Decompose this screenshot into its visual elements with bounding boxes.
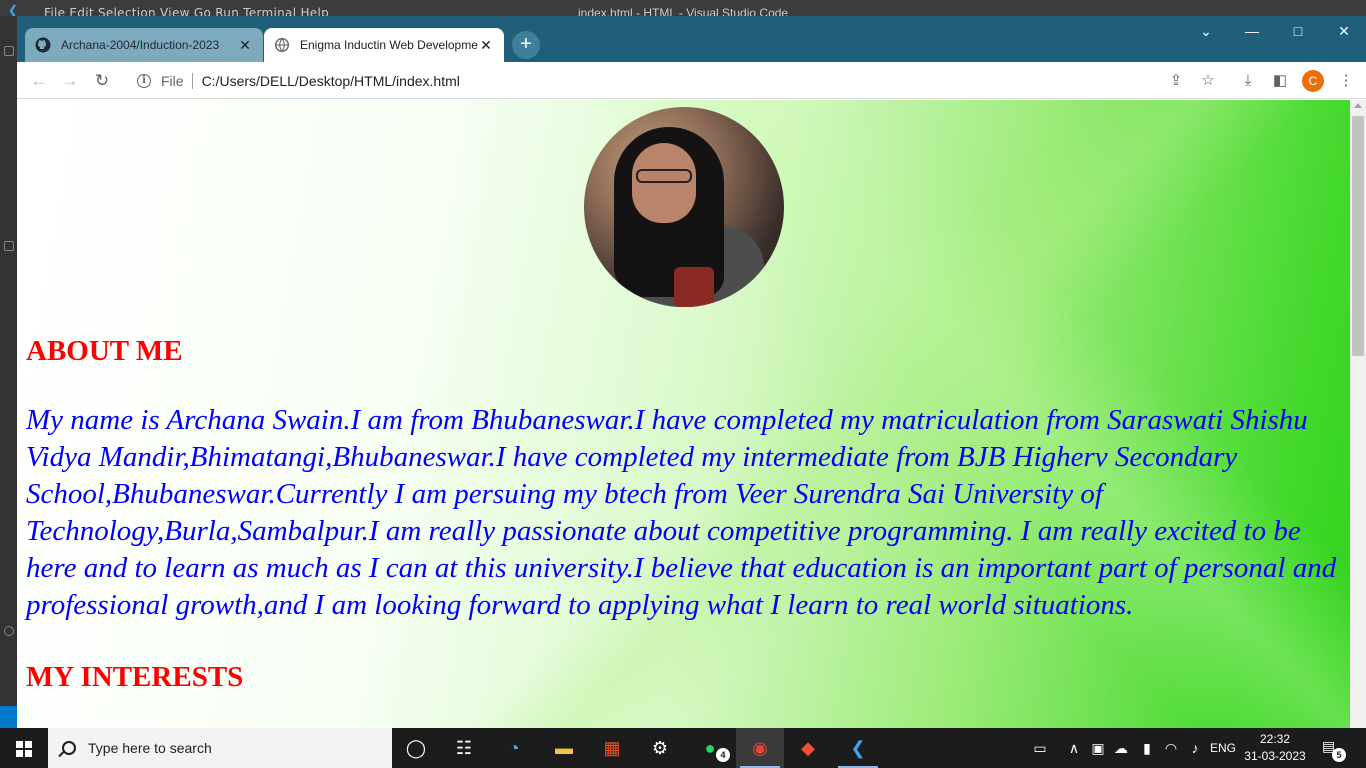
reload-button[interactable]: ↻ [89,68,115,94]
maximize-button[interactable]: □ [1275,16,1321,46]
bookmark-star-icon[interactable]: ☆ [1197,70,1219,92]
whatsapp-badge: 4 [716,748,730,762]
vscode-icon[interactable]: ❮ [834,728,882,768]
url-scheme: File [161,73,184,89]
chevron-up-icon[interactable]: ∧ [1064,728,1084,768]
minimize-button[interactable]: — [1229,16,1275,46]
page-viewport: ABOUT ME My name is Archana Swain.I am f… [17,100,1350,728]
display-icon[interactable]: ▭ [1026,728,1054,768]
account-icon[interactable] [4,626,14,636]
onedrive-icon[interactable]: ☁ [1110,728,1132,768]
battery-icon[interactable]: ▮ [1136,728,1158,768]
windows-logo-icon [16,741,32,757]
store-icon[interactable]: ▦ [588,728,636,768]
tab-label: Enigma Inductin Web Developme [300,38,478,52]
task-view-icon[interactable]: ☷ [440,728,488,768]
clock-time: 22:32 [1259,732,1291,746]
share-icon[interactable]: ⇪ [1165,70,1187,92]
chrome-icon[interactable]: ◉ [736,728,784,768]
info-icon[interactable]: i [137,74,151,88]
language-indicator[interactable]: ENG [1208,728,1238,768]
scrollbar-thumb[interactable] [1352,116,1364,356]
meet-now-icon[interactable]: ▣ [1088,728,1108,768]
download-icon[interactable]: ⤓ [1237,70,1259,92]
tab-enigma[interactable]: Enigma Inductin Web Developme ✕ [264,28,504,62]
new-tab-button[interactable]: + [512,31,540,59]
profile-photo [584,107,784,307]
vscode-activity-bar [0,16,17,744]
explorer-icon[interactable] [4,46,14,56]
extensions-icon[interactable] [4,241,14,251]
close-window-button[interactable]: ✕ [1321,16,1366,46]
vscode-logo-icon: ❮ [8,3,19,16]
page-scrollbar[interactable] [1350,100,1366,728]
divider [191,73,193,89]
profile-avatar[interactable]: C [1302,70,1324,92]
menu-icon[interactable]: ⋮ [1335,70,1357,92]
close-icon[interactable]: ✕ [237,37,253,54]
page-content: ABOUT ME My name is Archana Swain.I am f… [26,334,1341,694]
back-button[interactable]: ← [26,68,52,94]
vscode-menu[interactable]: File Edit Selection View Go Run Terminal… [44,6,329,16]
settings-gear-icon[interactable]: ⚙ [636,728,684,768]
interests-heading: MY INTERESTS [26,661,244,693]
edge-icon[interactable]: ◔ [490,728,538,768]
close-icon[interactable]: ✕ [478,37,494,54]
vscode-title-bar: ❮ File Edit Selection View Go Run Termin… [0,0,1366,16]
search-placeholder: Type here to search [88,740,212,756]
side-panel-icon[interactable]: ◧ [1269,70,1291,92]
url-text[interactable]: C:/Users/DELL/Desktop/HTML/index.html [202,73,460,89]
github-icon [35,37,51,53]
vscode-window-title: index.html - HTML - Visual Studio Code [578,6,789,16]
address-bar[interactable]: i File C:/Users/DELL/Desktop/HTML/index.… [127,66,1217,96]
clock-date: 31-03-2023 [1244,749,1306,763]
about-paragraph: My name is Archana Swain.I am from Bhuba… [26,404,1337,621]
whatsapp-icon[interactable]: ● 4 [686,728,734,768]
forward-button[interactable]: → [57,68,83,94]
cortana-icon[interactable]: ◯ [392,728,440,768]
tab-strip: Archana-2004/Induction-2023 ✕ Enigma Ind… [17,16,1366,62]
browser-window: Archana-2004/Induction-2023 ✕ Enigma Ind… [17,16,1366,728]
notification-badge: 5 [1332,748,1346,762]
volume-icon[interactable]: ♪ [1184,728,1206,768]
tab-search-icon[interactable]: ⌄ [1183,16,1229,46]
clock[interactable]: 22:32 31-03-2023 [1240,731,1310,765]
git-icon[interactable]: ◆ [784,728,832,768]
browser-toolbar: ← → ↻ i File C:/Users/DELL/Desktop/HTML/… [17,62,1366,99]
tab-label: Archana-2004/Induction-2023 [61,38,220,52]
taskbar: Type here to search ◯ ☷ ◔ ▬ ▦ ⚙ ● 4 ◉ ◆ … [0,728,1366,768]
tab-github[interactable]: Archana-2004/Induction-2023 ✕ [25,28,263,62]
file-explorer-icon[interactable]: ▬ [540,728,588,768]
start-button[interactable] [0,728,48,768]
notification-icon[interactable]: ▤ 5 [1322,738,1346,762]
search-icon [62,741,76,755]
about-heading: ABOUT ME [26,335,183,367]
scroll-up-icon[interactable] [1354,103,1362,108]
wifi-icon[interactable]: ◠ [1160,728,1182,768]
globe-icon [274,37,290,53]
taskbar-search[interactable]: Type here to search [48,728,392,768]
